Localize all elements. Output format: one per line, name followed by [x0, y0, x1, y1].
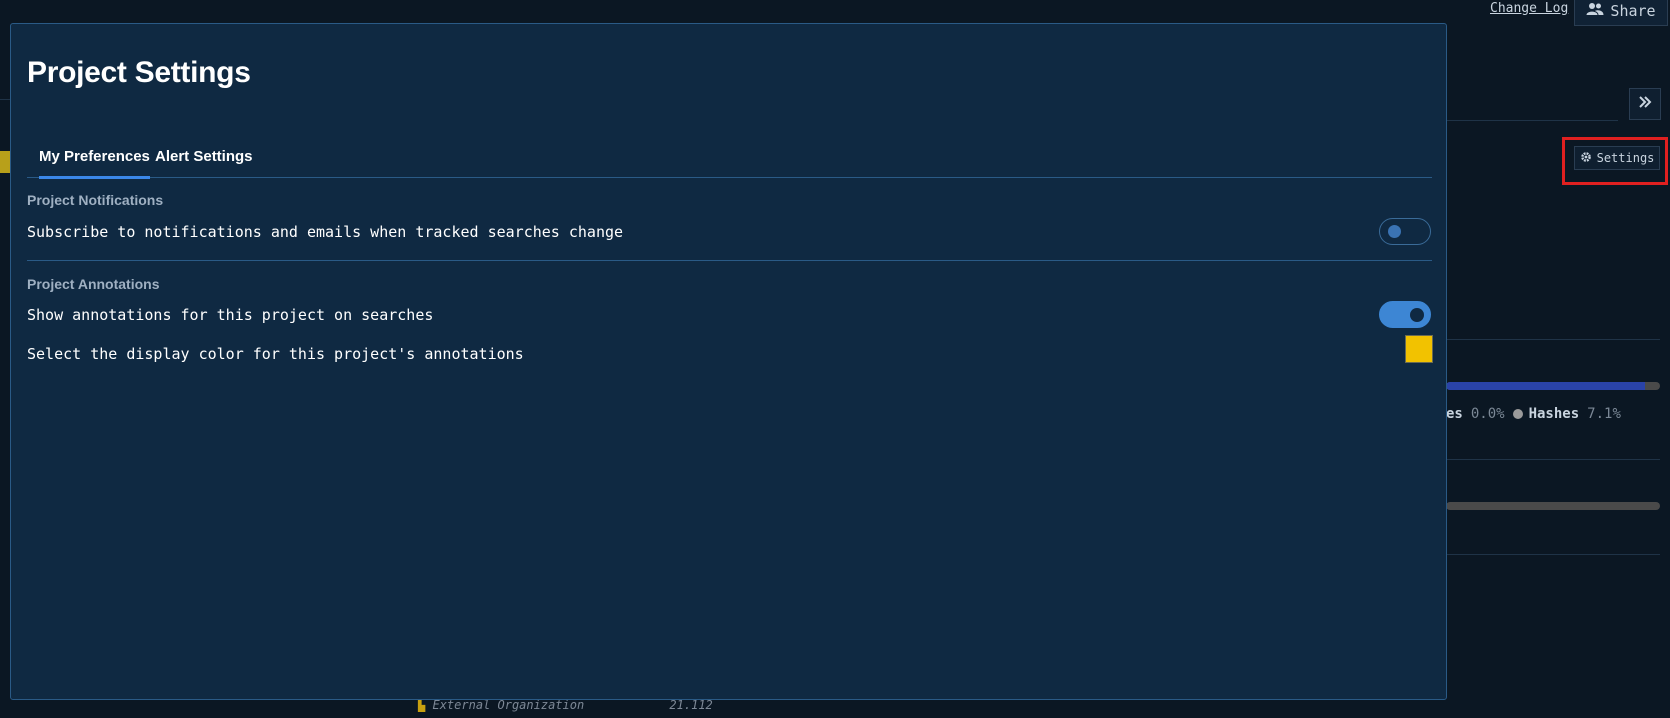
section-title-annotations: Project Annotations: [27, 276, 160, 292]
modal-title: Project Settings: [27, 56, 251, 89]
legend-dot: [1512, 409, 1523, 419]
subscribe-notifications-label: Subscribe to notifications and emails wh…: [27, 223, 624, 241]
section-divider: [27, 260, 1432, 261]
legend-label: Hashes: [1528, 406, 1580, 422]
subscribe-notifications-toggle[interactable]: [1379, 218, 1431, 245]
distribution-bar: [1446, 382, 1660, 390]
share-button[interactable]: Share: [1574, 0, 1668, 26]
tab-alert-settings[interactable]: Alert Settings: [155, 122, 253, 178]
divider: [1446, 459, 1660, 460]
secondary-bar: [1446, 502, 1660, 510]
legend-value: 7.1%: [1587, 406, 1621, 422]
divider: [1446, 339, 1660, 340]
changelog-link[interactable]: Change Log: [1490, 0, 1568, 18]
toggle-knob: [1388, 225, 1401, 238]
tab-my-preferences[interactable]: My Preferences: [39, 122, 150, 179]
distribution-bar-fill: [1446, 382, 1645, 390]
toggle-knob: [1410, 308, 1424, 322]
expand-panel-button[interactable]: [1629, 88, 1661, 120]
divider: [1446, 554, 1660, 555]
double-chevron-right-icon: [1638, 95, 1652, 114]
left-badge-fragment: [0, 151, 10, 173]
annotation-color-label: Select the display color for this projec…: [27, 345, 524, 363]
share-label: Share: [1610, 2, 1656, 20]
table-cell-value: 21.112: [669, 698, 713, 712]
annotation-color-swatch[interactable]: [1405, 335, 1433, 363]
show-annotations-toggle[interactable]: [1379, 301, 1431, 328]
highlight-annotation-box: [1562, 137, 1668, 185]
table-cell-label: External Organization: [432, 698, 585, 712]
tab-bar: My Preferences Alert Settings: [27, 122, 1432, 179]
project-settings-modal: Project Settings My Preferences Alert Se…: [10, 23, 1447, 700]
building-icon: ▙: [418, 698, 426, 712]
section-title-notifications: Project Notifications: [27, 192, 164, 208]
divider: [1446, 120, 1618, 121]
legend-value: 0.0%: [1470, 406, 1505, 422]
legend-label: es: [1446, 406, 1463, 422]
users-icon: [1586, 2, 1604, 20]
divider: [0, 99, 10, 100]
distribution-legend: es 0.0% Hashes 7.1%: [1446, 406, 1629, 422]
show-annotations-label: Show annotations for this project on sea…: [27, 306, 434, 324]
table-row: ▙ External Organization 21.112: [418, 698, 713, 712]
